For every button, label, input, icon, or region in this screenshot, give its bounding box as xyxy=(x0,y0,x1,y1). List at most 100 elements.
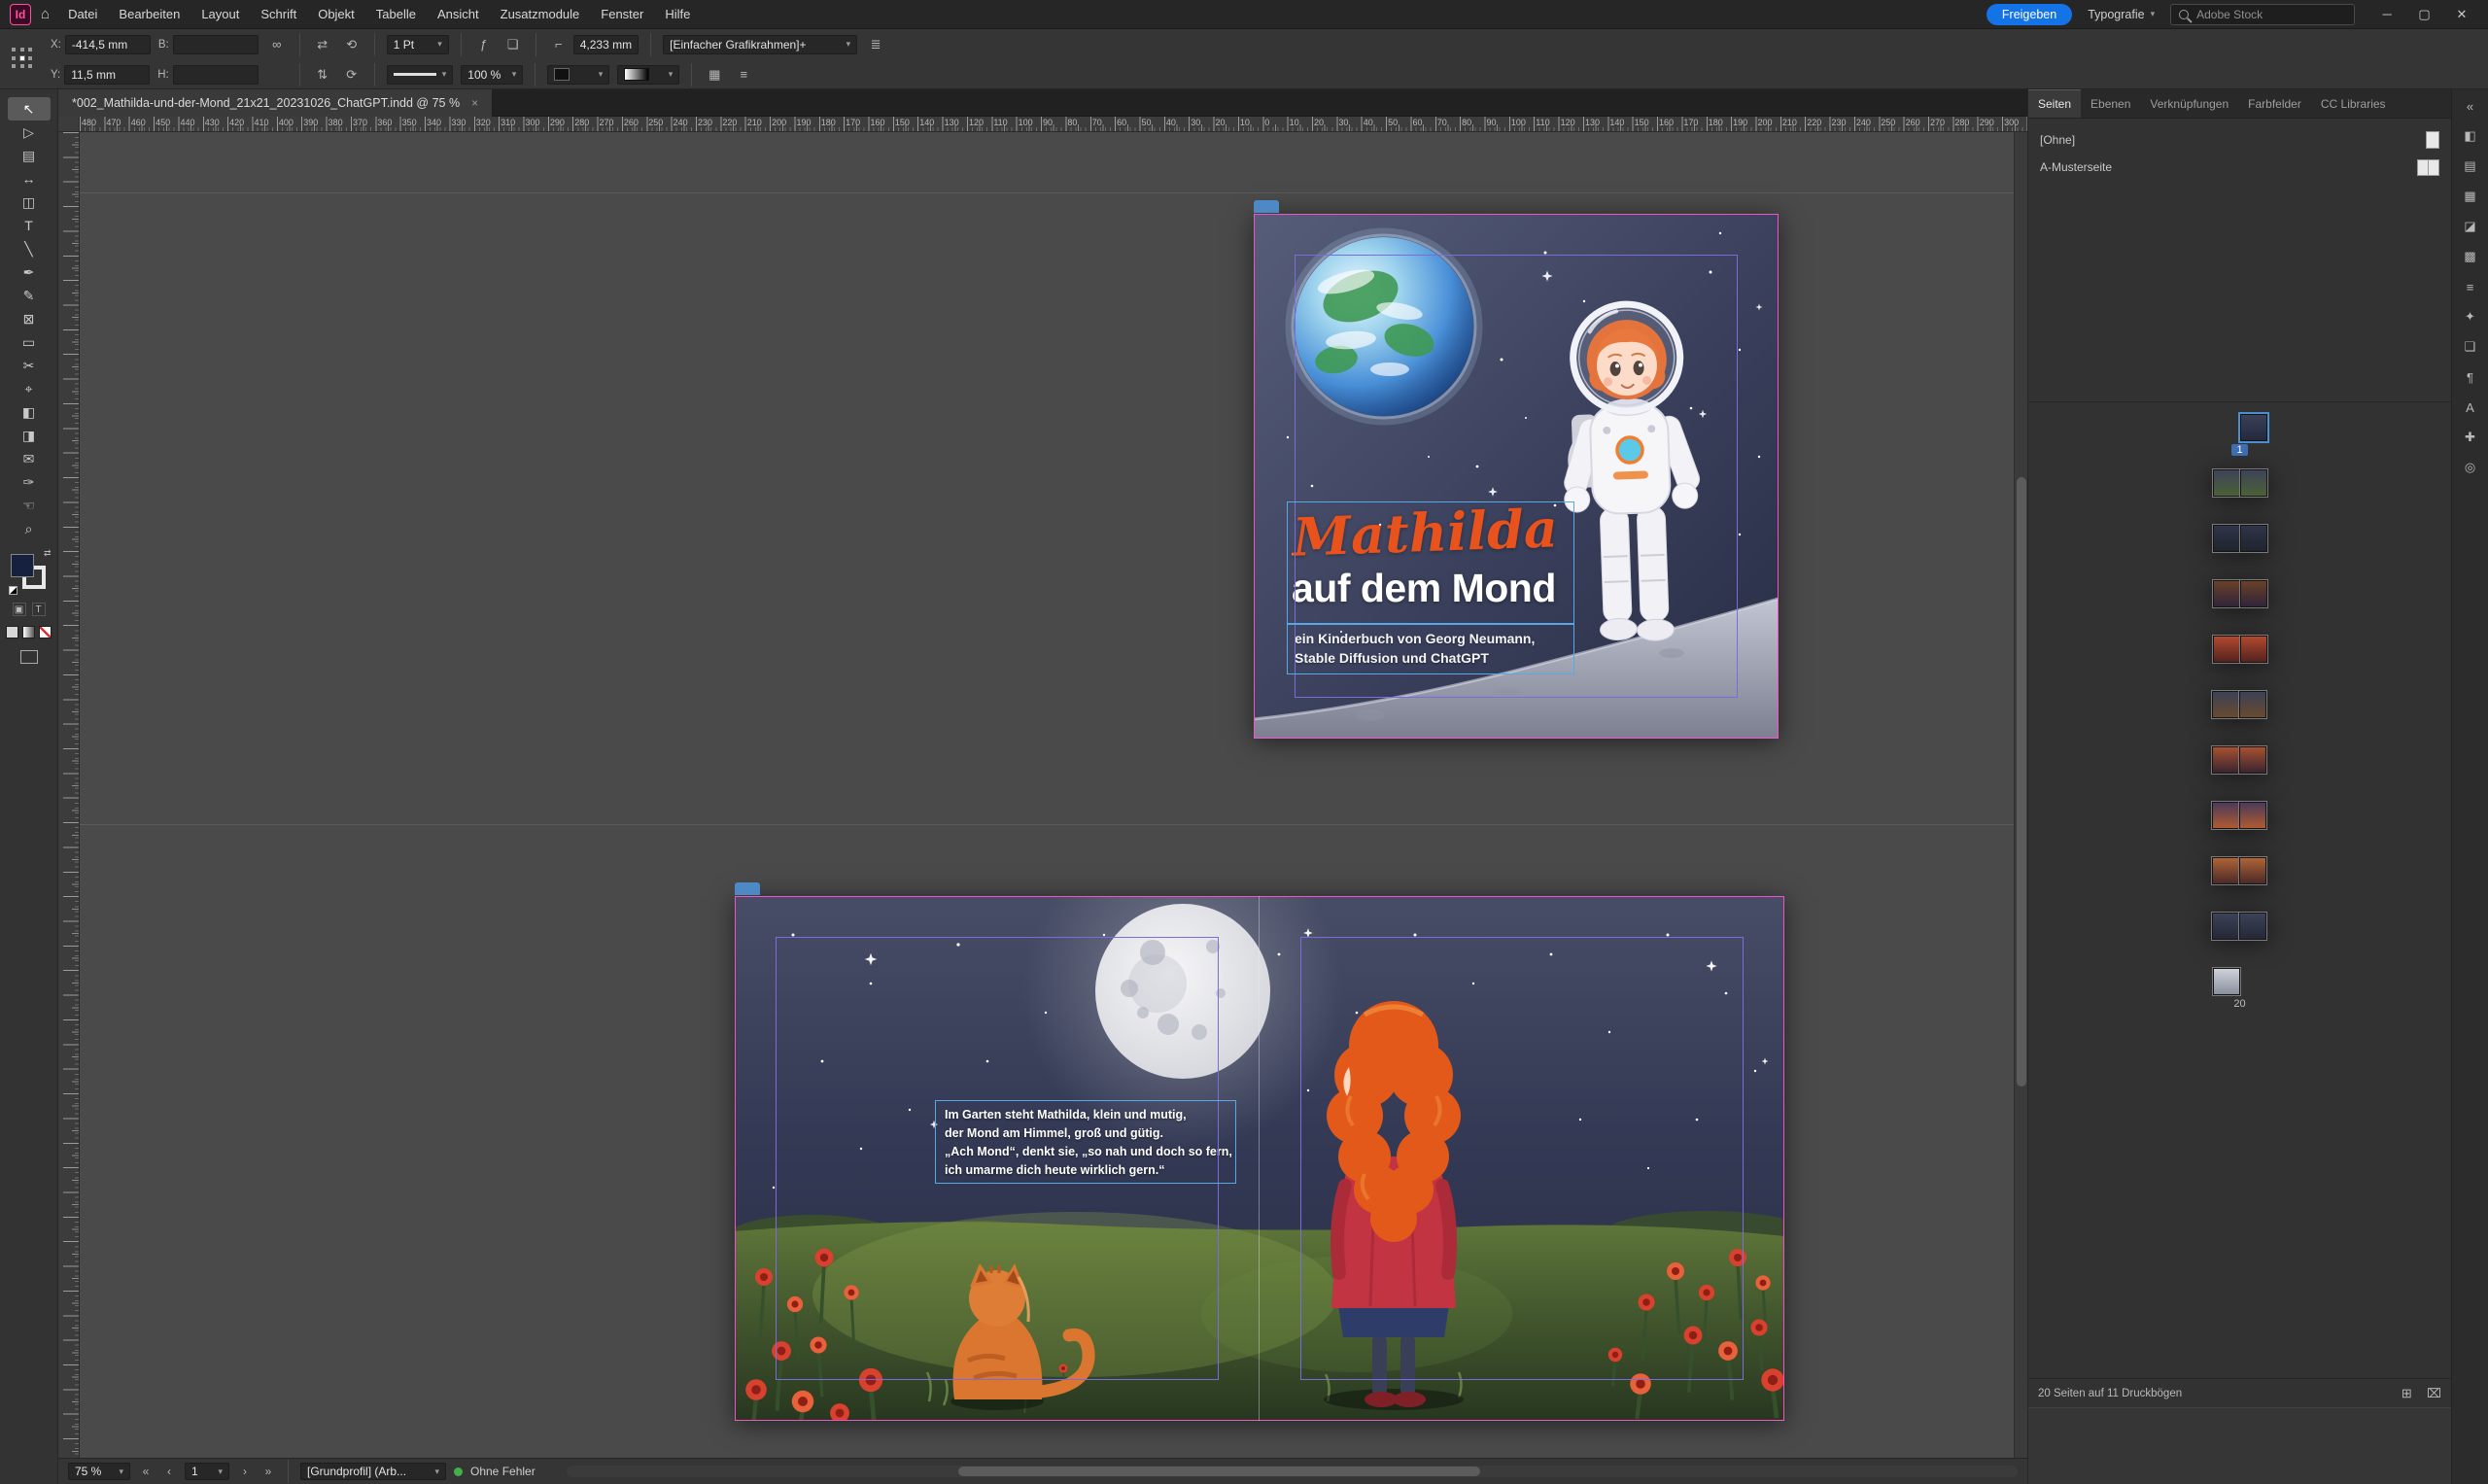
page-thumbnail[interactable] xyxy=(2239,913,2266,940)
page-thumbnail[interactable] xyxy=(2240,636,2267,663)
stroke-panel-icon[interactable]: ≡ xyxy=(2458,276,2483,297)
page-label[interactable]: 1 xyxy=(2231,444,2247,456)
menu-tabelle[interactable]: Tabelle xyxy=(365,7,427,21)
hand-tool[interactable]: ☜ xyxy=(8,494,51,517)
fill-swatch-field[interactable]: ▾ xyxy=(547,65,609,85)
maximize-button[interactable]: ▢ xyxy=(2408,7,2441,22)
rectangle-frame-tool[interactable]: ⊠ xyxy=(8,307,51,330)
height-field[interactable]: H: xyxy=(157,65,259,85)
stroke-style-field[interactable]: ▾ xyxy=(387,65,454,85)
panel-tab-farbfelder[interactable]: Farbfelder xyxy=(2238,89,2311,118)
reference-point-proxy[interactable] xyxy=(10,46,35,71)
document-tab[interactable]: *002_Mathilda-und-der-Mond_21x21_2023102… xyxy=(58,89,493,117)
master-a-row[interactable]: A-Musterseite xyxy=(2028,154,2451,181)
poem-text[interactable]: Im Garten steht Mathilda, klein und muti… xyxy=(945,1106,1232,1180)
ruler-corner[interactable] xyxy=(58,117,80,132)
screen-mode-button[interactable] xyxy=(20,650,38,664)
note-tool[interactable]: ✉ xyxy=(8,447,51,470)
selection-tool[interactable]: ↖ xyxy=(8,97,51,121)
page-thumbnail[interactable] xyxy=(2239,746,2266,774)
cover-title-bold[interactable]: auf dem Mond xyxy=(1292,566,1556,611)
vertical-ruler[interactable] xyxy=(58,132,80,1458)
h-input[interactable] xyxy=(173,65,259,85)
preflight-profile-select[interactable]: [Grundprofil] (Arb... ▾ xyxy=(300,1463,446,1480)
new-spread-button[interactable]: ⊞ xyxy=(2402,1386,2412,1400)
text-wrap-panel-icon[interactable]: ❏ xyxy=(2458,336,2483,358)
page-thumbnail[interactable] xyxy=(2239,857,2266,884)
direct-selection-tool[interactable]: ▷ xyxy=(8,121,51,144)
page-thumbnail[interactable] xyxy=(2213,469,2240,497)
page-thumbnail[interactable] xyxy=(2212,691,2239,718)
eyedropper-tool[interactable]: ✑ xyxy=(8,470,51,494)
page-thumbnail[interactable] xyxy=(2213,636,2240,663)
page-thumbnail[interactable] xyxy=(2212,802,2239,829)
close-button[interactable]: ✕ xyxy=(2445,7,2478,22)
panel-tab-seiten[interactable]: Seiten xyxy=(2028,89,2081,118)
zoom-level-select[interactable]: 75 % ▾ xyxy=(68,1463,130,1480)
effects-icon[interactable]: ƒ xyxy=(473,35,495,54)
fill-swatch-input[interactable]: ▾ xyxy=(547,65,609,85)
page-thumbnail[interactable] xyxy=(2239,691,2266,718)
w-input[interactable] xyxy=(173,35,259,54)
rectangle-tool[interactable]: ▭ xyxy=(8,330,51,354)
cover-subtitle[interactable]: ein Kinderbuch von Georg Neumann, Stable… xyxy=(1295,630,1535,668)
line-tool[interactable]: ╲ xyxy=(8,237,51,260)
expand-panels-icon[interactable]: « xyxy=(2458,95,2483,117)
vertical-scrollbar-thumb[interactable] xyxy=(2017,477,2026,1087)
pasteboard[interactable]: Mathilda auf dem Mond ein Kinderbuch von… xyxy=(80,132,2027,1458)
menu-schrift[interactable]: Schrift xyxy=(250,7,307,21)
rotate-ccw-icon[interactable]: ⟲ xyxy=(341,35,363,54)
horizontal-ruler[interactable]: 4804704604504404304204104003903803703603… xyxy=(80,117,2027,132)
stock-search[interactable]: Adobe Stock xyxy=(2170,4,2355,25)
page-thumbnail[interactable] xyxy=(2240,469,2267,497)
scissors-tool[interactable]: ✂ xyxy=(8,354,51,377)
menu-ansicht[interactable]: Ansicht xyxy=(427,7,490,21)
menu-fenster[interactable]: Fenster xyxy=(590,7,654,21)
stroke-weight-field[interactable]: 1 Pt ▾ xyxy=(387,35,449,54)
panel-options-icon[interactable]: ≣ xyxy=(865,35,886,54)
corner-radius-field[interactable]: ⌐ 4,233 mm xyxy=(548,35,639,54)
flip-vertical-icon[interactable]: ⇅ xyxy=(312,65,333,85)
links-panel-icon[interactable]: ✚ xyxy=(2458,427,2483,448)
y-input[interactable]: 11,5 mm xyxy=(64,65,150,85)
vertical-scrollbar[interactable] xyxy=(2014,132,2027,1458)
menu-datei[interactable]: Datei xyxy=(57,7,108,21)
pen-tool[interactable]: ✒ xyxy=(8,260,51,284)
delete-page-button[interactable]: ⌧ xyxy=(2427,1386,2441,1400)
gradient-swatch-field[interactable]: ▾ xyxy=(617,65,679,85)
page-thumbnail[interactable] xyxy=(2239,802,2266,829)
first-spread-button[interactable]: « xyxy=(138,1465,154,1478)
width-field[interactable]: B: xyxy=(158,35,259,54)
horizontal-scrollbar[interactable] xyxy=(567,1466,2018,1477)
gap-tool[interactable]: ↔ xyxy=(8,167,51,190)
page-thumbnail[interactable] xyxy=(2213,525,2240,552)
x-input[interactable]: -414,5 mm xyxy=(65,35,151,54)
opacity-input[interactable]: 100 % ▾ xyxy=(461,65,523,85)
rotate-cw-icon[interactable]: ⟳ xyxy=(341,65,363,85)
workspace-switcher[interactable]: Typografie ▾ xyxy=(2088,8,2155,21)
align-panel-icon[interactable]: ▦ xyxy=(704,65,725,85)
panel-tab-verknüpfungen[interactable]: Verknüpfungen xyxy=(2140,89,2238,118)
object-style-input[interactable]: [Einfacher Grafikrahmen]+ ▾ xyxy=(663,35,857,54)
free-transform-tool[interactable]: ⌖ xyxy=(8,377,51,400)
page-thumbnail[interactable] xyxy=(2212,857,2239,884)
gradient-feather-tool[interactable]: ◨ xyxy=(8,424,51,447)
cover-spread[interactable]: Mathilda auf dem Mond ein Kinderbuch von… xyxy=(1254,214,1779,739)
apply-none-button[interactable] xyxy=(39,626,52,638)
default-fill-stroke-icon[interactable] xyxy=(9,586,17,595)
spread-tab[interactable] xyxy=(735,882,760,895)
previous-spread-button[interactable]: ‹ xyxy=(161,1465,177,1478)
page-thumbnail[interactable] xyxy=(2213,580,2240,607)
menu-zusatzmodule[interactable]: Zusatzmodule xyxy=(490,7,591,21)
page-thumbnail[interactable] xyxy=(2240,414,2267,441)
close-tab-icon[interactable]: × xyxy=(471,96,478,110)
page-thumbnail[interactable] xyxy=(2213,968,2240,995)
y-position-field[interactable]: Y: 11,5 mm xyxy=(51,65,150,85)
page-thumbnail[interactable] xyxy=(2240,525,2267,552)
menu-objekt[interactable]: Objekt xyxy=(307,7,365,21)
color-panel-icon[interactable]: ▦ xyxy=(2458,186,2483,207)
page-tool[interactable]: ▤ xyxy=(8,144,51,167)
home-icon[interactable]: ⌂ xyxy=(41,6,50,22)
panel-tab-cc-libraries[interactable]: CC Libraries xyxy=(2311,89,2396,118)
page-label[interactable]: 20 xyxy=(2229,998,2250,1010)
